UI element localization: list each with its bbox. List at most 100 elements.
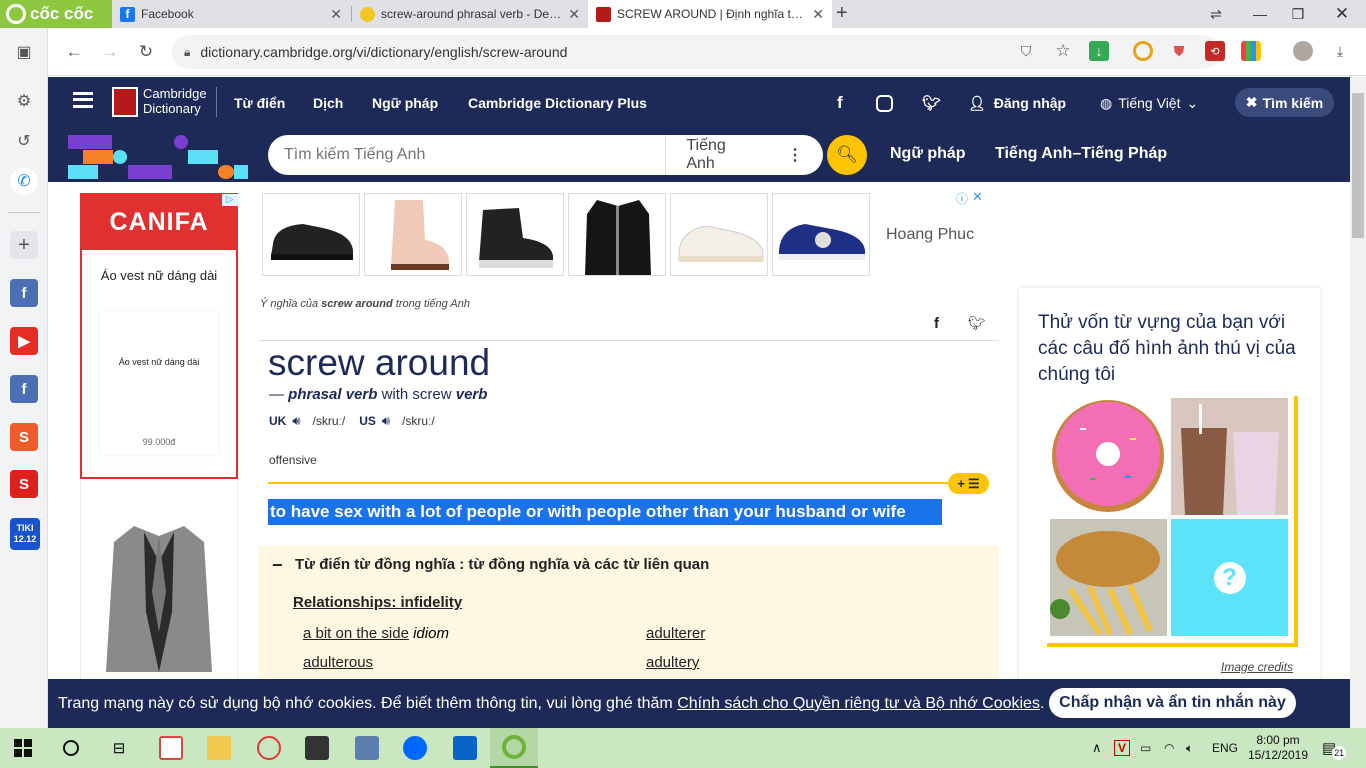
blazer-product-image[interactable] xyxy=(104,522,214,674)
bookmark-star-icon[interactable]: ☆ xyxy=(1053,41,1073,61)
facebook-app-icon[interactable]: f xyxy=(10,279,38,307)
adchoices-icon[interactable]: ▷ xyxy=(222,194,238,206)
share-facebook-icon[interactable]: f xyxy=(934,315,939,332)
close-icon[interactable]: ✕ xyxy=(568,6,580,23)
ad-product-boot[interactable] xyxy=(364,193,462,276)
taskbar-app-explorer[interactable] xyxy=(196,728,242,768)
ad-product-white-shoe[interactable] xyxy=(670,193,768,276)
synonym-item[interactable]: adulterous xyxy=(303,654,373,671)
quiz-unknown-image[interactable]: ? xyxy=(1171,519,1288,636)
wifi-icon[interactable]: ◠ xyxy=(1164,728,1174,768)
nav-translate[interactable]: Dịch xyxy=(313,77,343,129)
sidebar-toggle-icon[interactable]: ▣ xyxy=(10,38,38,66)
color-extension-icon[interactable] xyxy=(1241,41,1261,61)
instagram-icon[interactable] xyxy=(876,77,893,129)
taskbar-app-sticky[interactable] xyxy=(294,728,340,768)
shield-icon[interactable]: ⛉ xyxy=(1016,41,1036,61)
taskbar-app-snipping[interactable] xyxy=(246,728,292,768)
profile-avatar[interactable] xyxy=(1293,41,1313,61)
uk-audio-icon[interactable]: 🔊︎ xyxy=(292,413,300,429)
accept-cookies-button[interactable]: Chấp nhận và ẩn tin nhắn này xyxy=(1049,688,1296,718)
search-input[interactable] xyxy=(268,146,666,164)
ad-close-icon[interactable]: ✕ xyxy=(972,189,983,205)
image-credits-link[interactable]: Image credits xyxy=(1221,660,1293,674)
pdf-extension-icon[interactable]: ⟲ xyxy=(1205,41,1225,61)
synonym-item[interactable]: adultery xyxy=(646,654,699,671)
forward-icon[interactable]: → xyxy=(96,38,124,66)
ad-store-name[interactable]: Hoang Phuc xyxy=(886,226,974,244)
tab-phrasal-verb[interactable]: screw-around phrasal verb - Defini ✕ xyxy=(352,0,588,28)
tray-expand-icon[interactable]: ∧ xyxy=(1092,728,1102,768)
menu-icon[interactable] xyxy=(73,92,93,108)
input-language[interactable]: ENG xyxy=(1212,728,1238,768)
synonym-item[interactable]: adulterer xyxy=(646,625,705,642)
add-app-icon[interactable]: + xyxy=(10,231,38,259)
share-twitter-icon[interactable]: 🐦︎ xyxy=(968,315,986,332)
notification-center[interactable]: ▤ 21 xyxy=(1322,728,1347,768)
ad-product-shoe[interactable] xyxy=(262,193,360,276)
quiz-donut-image[interactable] xyxy=(1050,398,1167,515)
clock[interactable]: 8:00 pm 15/12/2019 xyxy=(1246,728,1310,768)
close-icon[interactable]: ✕ xyxy=(330,6,342,23)
ad-product-shirt[interactable] xyxy=(568,193,666,276)
thesaurus-topic-link[interactable]: Relationships: infidelity xyxy=(293,594,462,611)
canifa-ad-card[interactable]: CANIFA Áo vest nữ dáng dài Áo vest nữ dá… xyxy=(80,193,238,479)
us-audio-icon[interactable]: 🔊︎ xyxy=(382,413,390,429)
cambridge-logo[interactable]: Cambridge Dictionary xyxy=(143,86,207,116)
tab-facebook[interactable]: f Facebook ✕ xyxy=(112,0,350,28)
ad-product-sneaker[interactable] xyxy=(466,193,564,276)
add-to-list-button[interactable]: + ☰ xyxy=(948,473,989,494)
tray-unikey-icon[interactable]: V xyxy=(1114,728,1131,768)
sendo-app-icon[interactable]: S xyxy=(10,470,38,498)
facebook-app-icon[interactable]: f xyxy=(10,375,38,403)
tab-cambridge[interactable]: SCREW AROUND | Định nghĩa trong ✕ xyxy=(588,0,832,28)
downloads-icon[interactable]: ⤓ xyxy=(1330,41,1350,61)
search-button[interactable]: 🔍︎ xyxy=(827,135,867,175)
task-view-icon[interactable]: ⊟ xyxy=(96,728,142,768)
history-icon[interactable]: ↺ xyxy=(10,127,38,155)
synonym-item[interactable]: a bit on the side idiom xyxy=(303,625,449,642)
ad-product-card[interactable]: Áo vest nữ dáng dài 99.000đ xyxy=(100,311,218,455)
quiz-milkshake-image[interactable] xyxy=(1171,398,1288,515)
facebook-icon[interactable]: f xyxy=(837,77,843,129)
youtube-app-icon[interactable]: ▶ xyxy=(10,327,38,355)
taskbar-app-coccoc[interactable] xyxy=(490,728,538,768)
collapse-icon[interactable]: − xyxy=(272,555,283,576)
twitter-icon[interactable]: 🐦︎ xyxy=(922,77,941,129)
language-selector[interactable]: ◍ Tiếng Việt ⌄ xyxy=(1100,77,1198,129)
nav-grammar[interactable]: Ngữ pháp xyxy=(372,77,438,129)
battery-icon[interactable]: ▭ xyxy=(1140,728,1151,768)
tiki-app-icon[interactable]: TIKI 12.12 xyxy=(10,518,40,550)
login-button[interactable]: 👤︎ Đăng nhập xyxy=(968,77,1066,129)
cookie-policy-link[interactable]: Chính sách cho Quyền riêng tư và Bộ nhớ … xyxy=(677,695,1040,713)
taskbar-app-media[interactable] xyxy=(148,728,194,768)
tab-search-icon[interactable]: ⇌ xyxy=(1194,0,1238,28)
start-button[interactable] xyxy=(0,728,46,768)
nav-dictionary[interactable]: Từ điển xyxy=(234,77,285,129)
close-icon[interactable]: ✕ xyxy=(812,6,824,23)
adchoices-icon[interactable]: ⓘ xyxy=(956,190,968,207)
reload-icon[interactable]: ↻ xyxy=(132,38,160,66)
settings-icon[interactable]: ⚙ xyxy=(10,87,38,115)
search-toggle-button[interactable]: ✖ Tìm kiếm xyxy=(1235,88,1334,117)
scrollbar-thumb[interactable] xyxy=(1352,93,1364,238)
synonym-word[interactable]: a bit on the side xyxy=(303,625,409,642)
taskbar-app-zalo[interactable] xyxy=(392,728,438,768)
maximize-icon[interactable]: ❐ xyxy=(1276,0,1320,28)
download-extension-icon[interactable]: ↓ xyxy=(1089,41,1109,61)
taskbar-app-paint[interactable] xyxy=(344,728,390,768)
adblock-icon[interactable]: ⛊ xyxy=(1169,41,1189,61)
search-language-select[interactable]: Tiếng Anh ⋮ xyxy=(665,135,823,175)
chrome-extension-icon[interactable] xyxy=(1133,41,1153,61)
messenger-icon[interactable]: ✆ xyxy=(10,167,38,195)
shopee-app-icon[interactable]: S xyxy=(10,423,38,451)
back-icon[interactable]: ← xyxy=(60,38,88,66)
new-tab-button[interactable]: + xyxy=(836,2,848,25)
window-close-icon[interactable]: ✕ xyxy=(1320,0,1364,28)
english-french-link[interactable]: Tiếng Anh–Tiếng Pháp xyxy=(995,145,1167,163)
search-icon[interactable] xyxy=(48,728,94,768)
coccoc-brand[interactable]: cốc cốc xyxy=(0,0,112,28)
taskbar-app-outlook[interactable] xyxy=(442,728,488,768)
ad-product-blue-shoe[interactable] xyxy=(772,193,870,276)
volume-icon[interactable]: 🔈︎ xyxy=(1186,728,1193,768)
